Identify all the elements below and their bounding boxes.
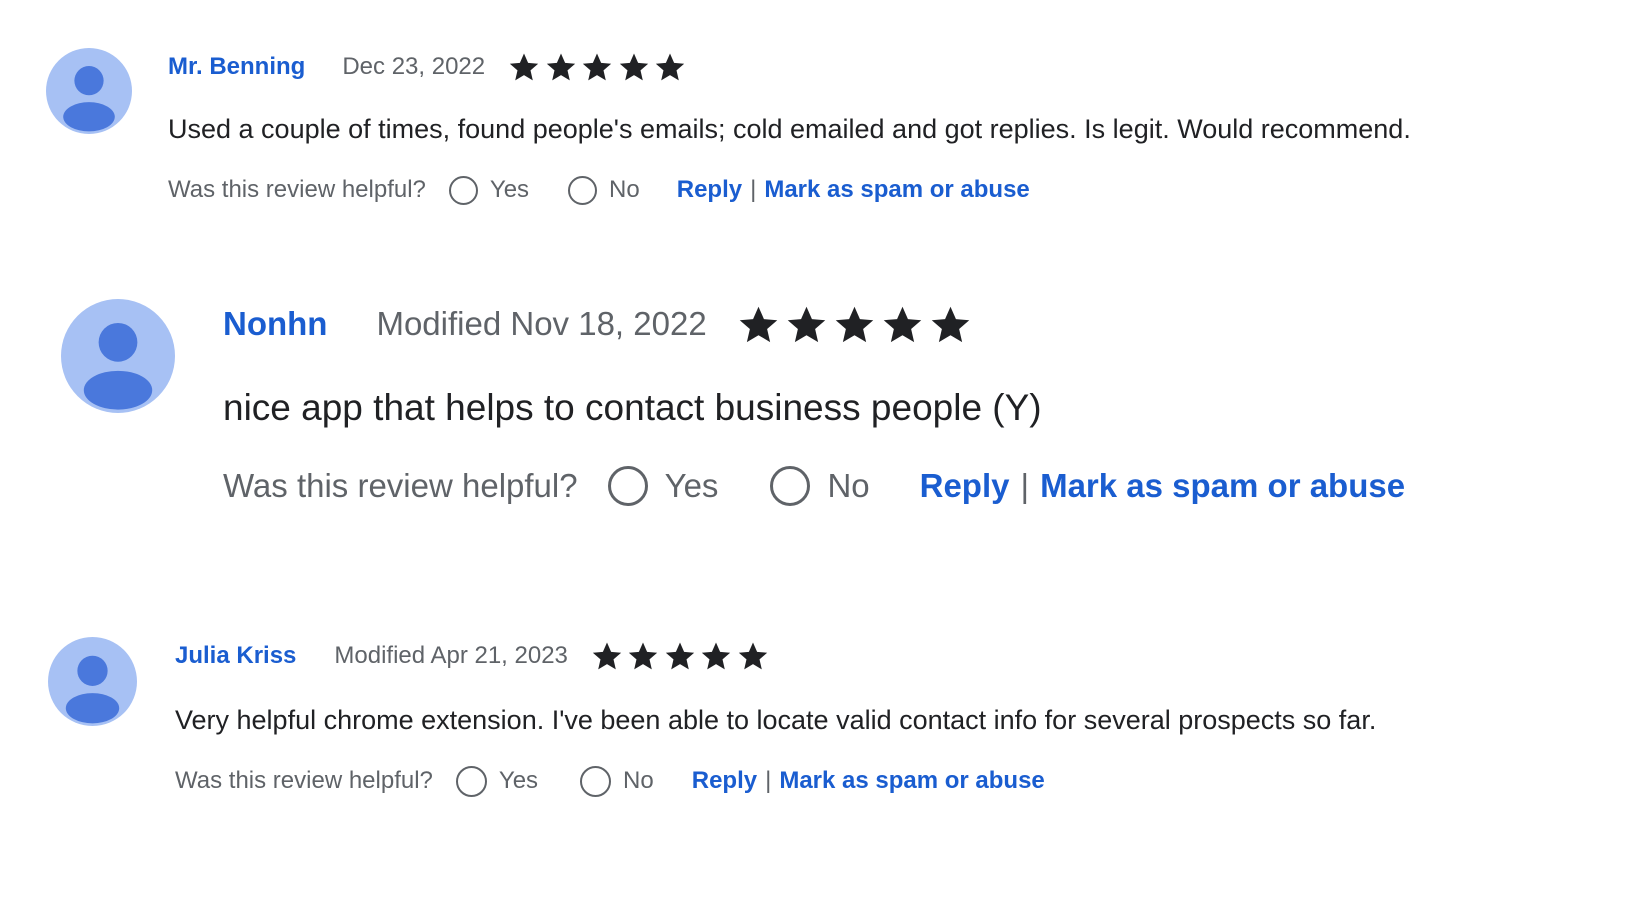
reply-link[interactable]: Reply <box>692 767 757 795</box>
helpful-no-label[interactable]: No <box>623 767 654 795</box>
review-text: nice app that helps to contact business … <box>223 387 1042 428</box>
radio-circle-icon[interactable] <box>568 175 598 205</box>
radio-circle-icon[interactable] <box>448 175 478 205</box>
mark-spam-link[interactable]: Mark as spam or abuse <box>779 767 1044 795</box>
avatar <box>46 48 132 134</box>
helpful-prompt: Was this review helpful? <box>175 767 433 794</box>
star-icon <box>699 639 736 673</box>
radio-circle-icon[interactable] <box>607 466 648 506</box>
helpful-no-option[interactable]: No <box>580 765 654 797</box>
link-separator: | <box>750 176 757 203</box>
review-author-link[interactable]: Nonhn <box>223 305 327 343</box>
helpful-row: Was this review helpful? Yes No Reply | … <box>223 462 1405 510</box>
helpful-yes-label[interactable]: Yes <box>665 467 719 505</box>
person-icon <box>63 66 115 132</box>
review-date: Modified Apr 21, 2023 <box>334 642 568 669</box>
helpful-no-option[interactable]: No <box>770 466 870 506</box>
helpful-yes-label[interactable]: Yes <box>490 176 529 204</box>
star-icon <box>880 302 928 347</box>
helpful-prompt: Was this review helpful? <box>223 467 578 504</box>
star-icon <box>626 639 663 673</box>
star-rating <box>507 50 690 84</box>
person-icon <box>65 655 120 724</box>
star-icon <box>832 302 880 347</box>
star-icon <box>590 639 627 673</box>
star-rating <box>736 302 976 347</box>
helpful-row: Was this review helpful? Yes No Reply | … <box>168 172 1030 208</box>
star-icon <box>928 302 976 347</box>
star-icon <box>784 302 832 347</box>
mark-spam-link[interactable]: Mark as spam or abuse <box>1040 467 1405 505</box>
reply-link[interactable]: Reply <box>920 467 1010 505</box>
review-header: Mr. Benning Dec 23, 2022 <box>168 50 690 84</box>
avatar <box>48 637 137 726</box>
radio-circle-icon[interactable] <box>455 765 487 797</box>
star-icon <box>544 50 581 84</box>
star-rating <box>590 639 773 673</box>
star-icon <box>736 639 773 673</box>
helpful-yes-option[interactable]: Yes <box>455 765 538 797</box>
reply-link[interactable]: Reply <box>677 176 742 204</box>
review-header: Nonhn Modified Nov 18, 2022 <box>223 300 976 348</box>
review-text: Used a couple of times, found people's e… <box>168 114 1411 144</box>
avatar <box>61 299 175 413</box>
star-icon <box>663 639 700 673</box>
review-header: Julia Kriss Modified Apr 21, 2023 <box>175 639 772 673</box>
review-date: Modified Nov 18, 2022 <box>376 305 707 342</box>
person-icon <box>83 322 153 410</box>
star-icon <box>507 50 544 84</box>
helpful-no-label[interactable]: No <box>827 467 869 505</box>
star-icon <box>580 50 617 84</box>
helpful-yes-label[interactable]: Yes <box>499 767 538 795</box>
review-author-link[interactable]: Mr. Benning <box>168 53 305 81</box>
star-icon <box>617 50 654 84</box>
link-separator: | <box>765 767 772 794</box>
star-icon <box>653 50 690 84</box>
review-author-link[interactable]: Julia Kriss <box>175 642 296 670</box>
helpful-prompt: Was this review helpful? <box>168 176 426 203</box>
radio-circle-icon[interactable] <box>770 466 811 506</box>
helpful-no-label[interactable]: No <box>609 176 640 204</box>
review-date: Dec 23, 2022 <box>342 53 486 80</box>
helpful-no-option[interactable]: No <box>568 175 640 205</box>
radio-circle-icon[interactable] <box>580 765 612 797</box>
helpful-yes-option[interactable]: Yes <box>448 175 529 205</box>
mark-spam-link[interactable]: Mark as spam or abuse <box>764 176 1029 204</box>
review-text: Very helpful chrome extension. I've been… <box>175 705 1377 735</box>
helpful-yes-option[interactable]: Yes <box>607 466 719 506</box>
helpful-row: Was this review helpful? Yes No Reply | … <box>175 763 1045 799</box>
link-separator: | <box>1020 467 1030 504</box>
star-icon <box>736 302 784 347</box>
